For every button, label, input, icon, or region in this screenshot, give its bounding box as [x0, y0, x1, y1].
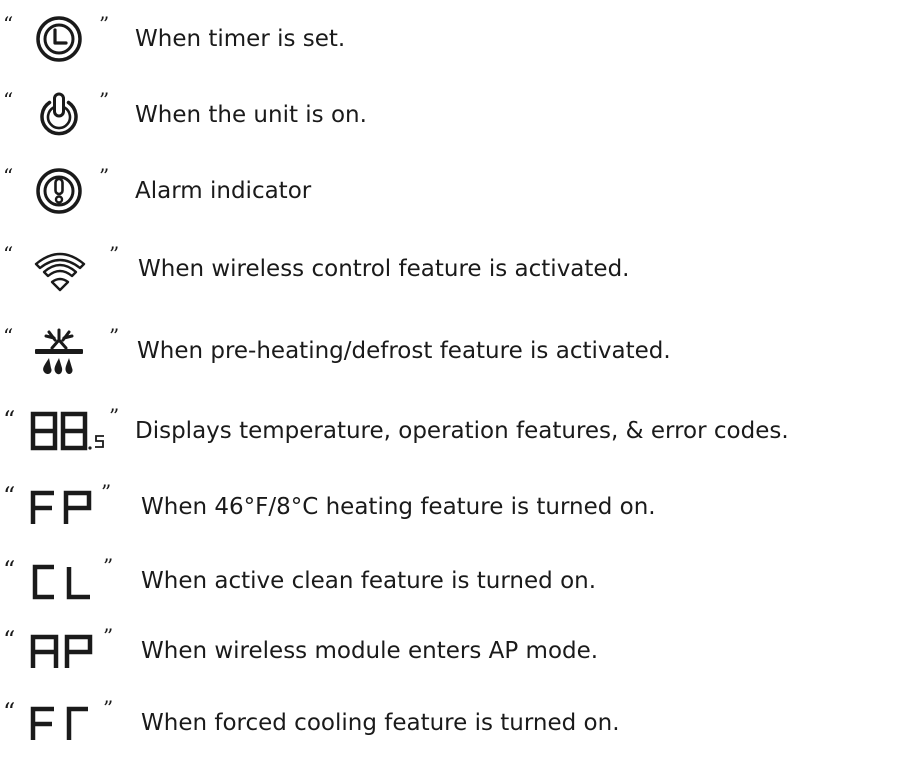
close-quote: ” [99, 164, 110, 188]
indicator-row-display: “ ” Displays temperature, operation feat… [0, 402, 913, 462]
alarm-icon [34, 166, 84, 216]
indicator-row-cl: “ ” When active clean feature is turned … [0, 552, 913, 612]
close-quote: ” [103, 554, 114, 578]
indicator-description: Displays temperature, operation features… [135, 418, 789, 444]
indicator-row-alarm: “ ” Alarm indicator [0, 162, 913, 222]
open-quote: “ [3, 88, 14, 112]
close-quote: ” [109, 404, 120, 428]
close-quote: ” [99, 12, 110, 36]
seven-segment-fp-icon [30, 490, 100, 526]
open-quote: “ [3, 698, 16, 726]
open-quote: “ [3, 164, 14, 188]
defrost-icon [32, 326, 86, 378]
power-icon [34, 90, 84, 140]
open-quote: “ [3, 482, 16, 510]
open-quote: “ [3, 242, 14, 266]
indicator-description: When wireless module enters AP mode. [141, 638, 599, 664]
indicator-description: When wireless control feature is activat… [138, 256, 630, 282]
indicator-description: When forced cooling feature is turned on… [141, 710, 620, 736]
indicator-row-fc: “ ” When forced cooling feature is turne… [0, 694, 913, 754]
indicator-description: When timer is set. [135, 26, 346, 52]
open-quote: “ [3, 406, 16, 434]
indicator-description: When 46°F/8°C heating feature is turned … [141, 494, 656, 520]
open-quote: “ [3, 626, 16, 654]
close-quote: ” [99, 88, 110, 112]
indicator-row-timer: “ ” When timer is set. [0, 10, 913, 70]
indicator-row-power: “ ” When the unit is on. [0, 86, 913, 146]
seven-segment-ap-icon [30, 634, 100, 670]
close-quote: ” [103, 696, 114, 720]
seven-segment-fc-icon [30, 706, 100, 742]
open-quote: “ [3, 12, 14, 36]
indicator-description: When active clean feature is turned on. [141, 568, 597, 594]
indicator-row-wifi: “ ” When wireless control feature is act… [0, 240, 913, 300]
close-quote: ” [103, 624, 114, 648]
timer-icon [34, 14, 84, 64]
indicator-description: When pre-heating/defrost feature is acti… [137, 338, 671, 364]
indicator-row-ap: “ ” When wireless module enters AP mode. [0, 622, 913, 682]
indicator-description: Alarm indicator [135, 178, 312, 204]
indicator-row-fp: “ ” When 46°F/8°C heating feature is tur… [0, 478, 913, 538]
close-quote: ” [101, 480, 112, 504]
seven-segment-cl-icon [30, 564, 100, 600]
indicator-row-defrost: “ ” When pre-heating/defrost feature is … [0, 322, 913, 382]
wifi-icon [30, 250, 90, 294]
close-quote: ” [109, 324, 120, 348]
open-quote: “ [3, 556, 16, 584]
indicator-description: When the unit is on. [135, 102, 367, 128]
seven-segment-88-icon [30, 411, 108, 452]
close-quote: ” [109, 242, 120, 266]
open-quote: “ [3, 324, 14, 348]
